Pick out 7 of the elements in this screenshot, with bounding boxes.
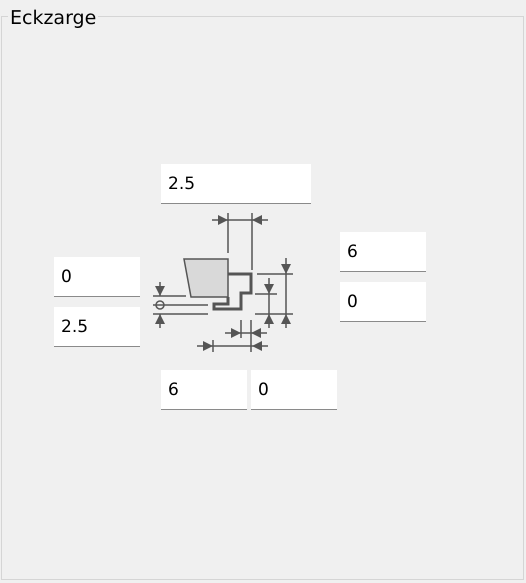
- input-field[interactable]: 0: [251, 370, 337, 410]
- input-field[interactable]: 2.5: [54, 307, 140, 347]
- input-field[interactable]: 2.5: [161, 164, 311, 204]
- input-field[interactable]: 0: [54, 257, 140, 297]
- input-field[interactable]: 6: [161, 370, 247, 410]
- input-field[interactable]: 6: [340, 232, 426, 272]
- input-field[interactable]: 0: [340, 282, 426, 322]
